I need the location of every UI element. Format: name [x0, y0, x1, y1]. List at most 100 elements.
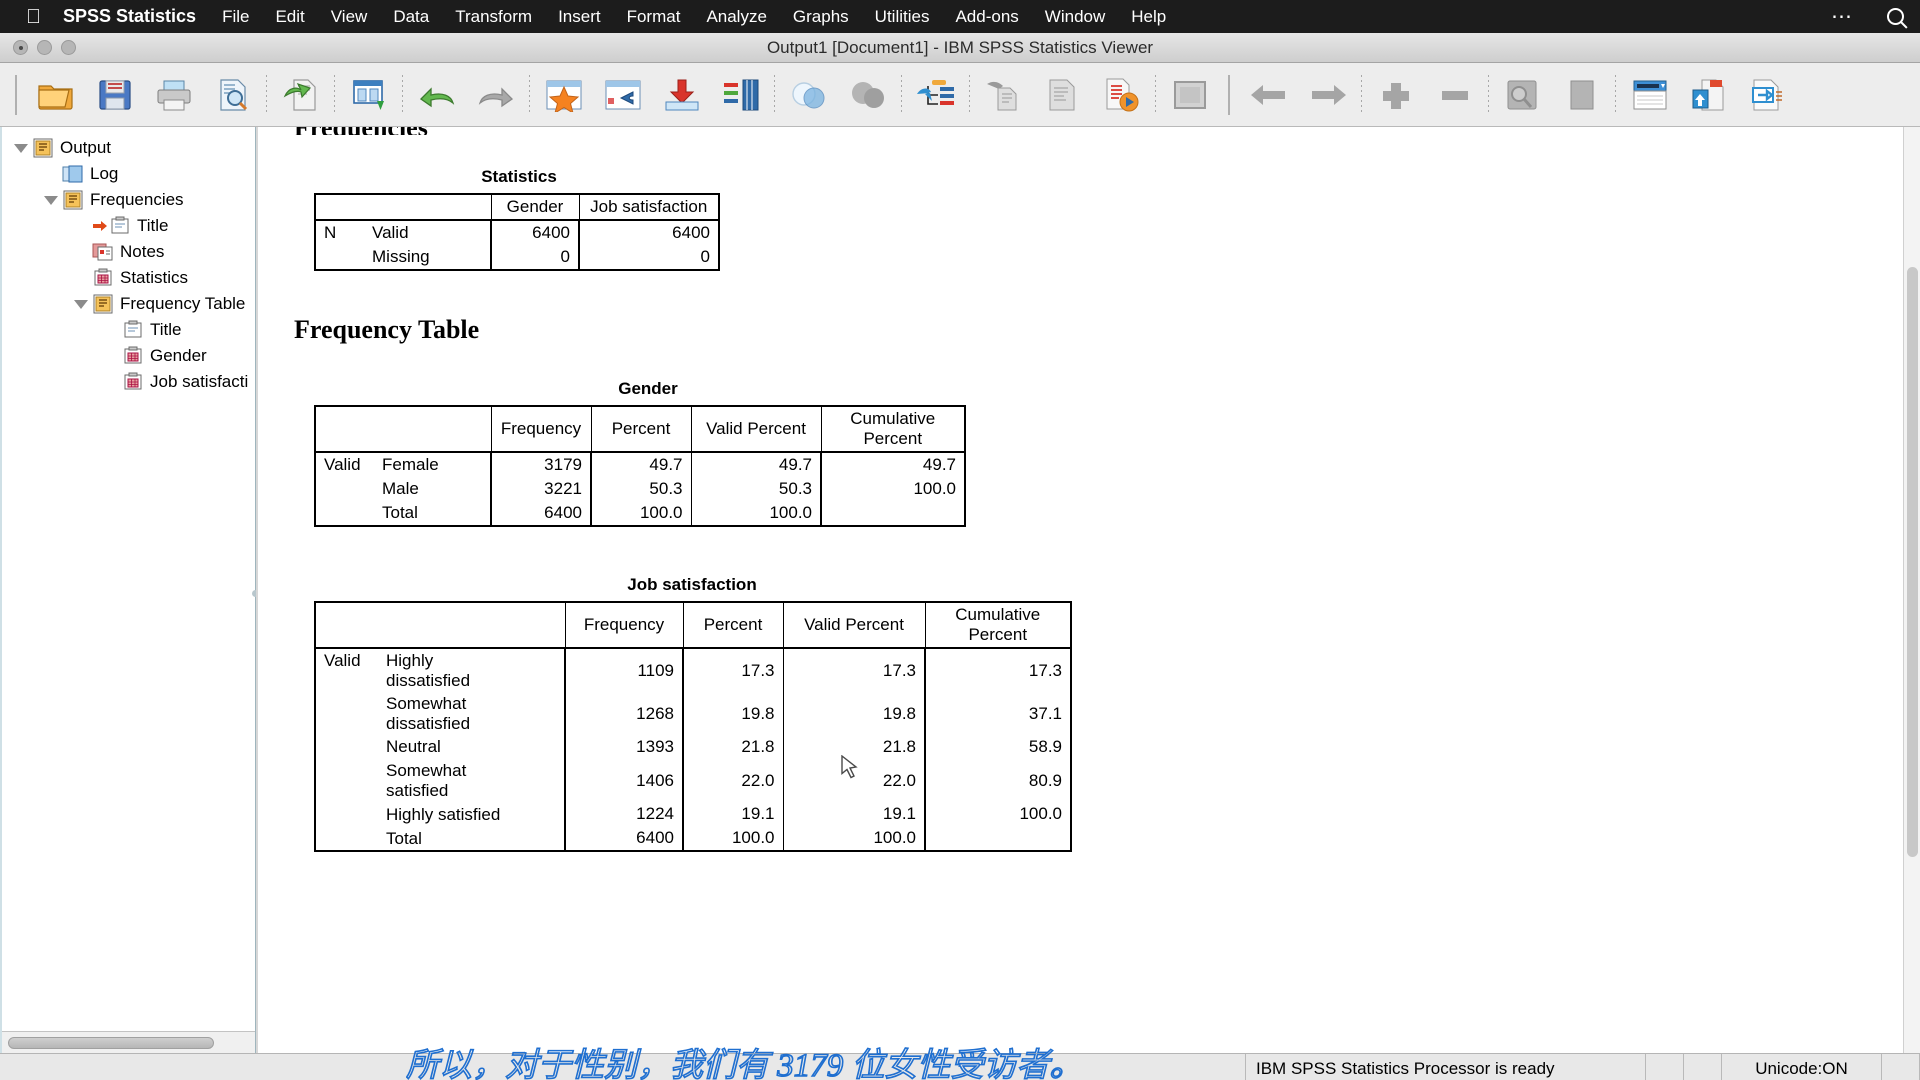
menu-transform[interactable]: Transform	[455, 7, 532, 27]
scrollbar-thumb[interactable]	[8, 1036, 214, 1049]
insert-object-icon[interactable]	[1160, 68, 1219, 122]
tree-item-title[interactable]: Title	[2, 317, 255, 343]
collapse-icon[interactable]	[1552, 68, 1611, 122]
job-satisfaction-frequency-table[interactable]: Frequency Percent Valid Percent Cumulati…	[314, 601, 1072, 853]
tree-item-label: Frequencies	[90, 190, 184, 209]
toolbar-separator	[774, 74, 775, 115]
tree-item-frequency-table[interactable]: Frequency Table	[2, 291, 255, 317]
print-preview-icon[interactable]	[203, 68, 262, 122]
menu-edit[interactable]: Edit	[275, 7, 304, 27]
window-title: Output1 [Document1] - IBM SPSS Statistic…	[766, 37, 1154, 57]
data-cell: 17.3	[682, 646, 784, 693]
data-cell: 6400	[578, 219, 720, 245]
row-label: Somewhat satisfied	[386, 761, 467, 800]
output-icon	[93, 294, 113, 314]
table-row: Somewhat satisfied 1406 22.0 22.0 80.9	[314, 759, 1072, 803]
menu-graphs[interactable]: Graphs	[793, 7, 849, 27]
row-label-cell: Missing	[314, 245, 492, 270]
title-icon	[111, 216, 129, 234]
menu-file[interactable]: File	[222, 7, 249, 27]
table-row: Male 3221 50.3 50.3 100.0	[314, 477, 966, 501]
show-hide-icon[interactable]	[1493, 68, 1552, 122]
statistics-table[interactable]: Gender Job satisfaction N Valid 6400 6400 Mi…	[314, 193, 720, 271]
more-options-icon[interactable]: ⋯	[1831, 4, 1853, 29]
tree-item-output[interactable]: Output	[2, 135, 255, 161]
row-label: Male	[382, 479, 419, 499]
demote-icon[interactable]	[1425, 68, 1484, 122]
header-cumulative-percent: Cumulative Percent	[924, 601, 1072, 649]
row-group-label: N	[324, 223, 337, 242]
tree-item-title[interactable]: Title	[2, 213, 255, 239]
tree-expand-toggle-icon[interactable]	[10, 143, 32, 153]
insert-title-icon[interactable]	[1033, 68, 1092, 122]
job-satisfaction-block: Job satisfaction Frequency Percent Valid…	[314, 575, 1920, 853]
select-all-icon[interactable]	[1620, 68, 1679, 122]
frequency-table-heading: Frequency Table	[294, 315, 480, 344]
output-viewer-pane[interactable]: Frequencies Statistics Gender Job satisf…	[256, 127, 1920, 1053]
split-file-icon[interactable]	[906, 68, 965, 122]
undo-icon[interactable]	[407, 68, 466, 122]
toolbar-separator	[266, 74, 267, 115]
tree-item-frequencies[interactable]: Frequencies	[2, 187, 255, 213]
row-label: Female	[382, 455, 439, 475]
goto-case-icon[interactable]	[593, 68, 652, 122]
header-corner-cell	[315, 405, 492, 453]
menu-add-ons[interactable]: Add-ons	[955, 7, 1018, 27]
tree-item-log[interactable]: Log	[2, 161, 255, 187]
data-cell: 100.0	[590, 501, 692, 526]
menu-help[interactable]: Help	[1131, 7, 1166, 27]
row-label-cell: N Valid	[314, 219, 492, 245]
apple-logo-icon[interactable]: 	[26, 7, 41, 27]
header-frequency: Frequency	[564, 601, 684, 649]
table-row: Missing 0 0	[314, 245, 720, 270]
select-cases-icon[interactable]	[838, 68, 897, 122]
run-script-icon[interactable]	[1092, 68, 1151, 122]
tree-item-label: Log	[90, 164, 119, 183]
chevron-down-icon	[14, 143, 28, 153]
export-output-icon[interactable]	[1738, 68, 1797, 122]
back-icon[interactable]	[1239, 68, 1298, 122]
export-icon[interactable]	[271, 68, 330, 122]
status-bar: IBM SPSS Statistics Processor is ready U…	[0, 1046, 1920, 1080]
app-name-label[interactable]: SPSS Statistics	[63, 6, 196, 27]
tree-item-gender[interactable]: Gender	[2, 343, 255, 369]
menu-view[interactable]: View	[331, 7, 368, 27]
insert-text-icon[interactable]	[974, 68, 1033, 122]
insert-data-icon[interactable]	[652, 68, 711, 122]
main-area: Output Log Frequencies Title Notes Statistics…	[0, 127, 1920, 1053]
tree-expand-toggle-icon[interactable]	[40, 195, 62, 205]
output-vertical-scrollbar[interactable]	[1903, 127, 1920, 1053]
variables-icon[interactable]	[711, 68, 770, 122]
menu-insert[interactable]: Insert	[558, 7, 601, 27]
goto-data-icon[interactable]	[534, 68, 593, 122]
promote-icon[interactable]	[1366, 68, 1425, 122]
menu-window[interactable]: Window	[1045, 7, 1105, 27]
data-cell: 100.0	[820, 477, 966, 501]
row-label: Valid	[372, 223, 409, 242]
header-valid-percent: Valid Percent	[782, 601, 926, 649]
tree-expand-toggle-icon[interactable]	[70, 299, 92, 309]
tree-item-label: Notes	[120, 242, 165, 261]
menu-analyze[interactable]: Analyze	[706, 7, 766, 27]
scrollbar-thumb[interactable]	[1907, 267, 1918, 857]
row-label-cell: Somewhat satisfied	[314, 759, 566, 803]
save-icon[interactable]	[85, 68, 144, 122]
print-icon[interactable]	[144, 68, 203, 122]
outline-horizontal-scrollbar[interactable]	[2, 1031, 255, 1053]
tree-item-statistics[interactable]: Statistics	[2, 265, 255, 291]
dialog-recall-icon[interactable]	[339, 68, 398, 122]
upload-icon[interactable]	[1679, 68, 1738, 122]
outline-tree[interactable]: Output Log Frequencies Title Notes Statistics…	[2, 127, 255, 1031]
redo-icon[interactable]	[466, 68, 525, 122]
gender-frequency-table[interactable]: Frequency Percent Valid Percent Cumulati…	[314, 405, 966, 527]
tree-item-notes[interactable]: Notes	[2, 239, 255, 265]
open-file-icon[interactable]	[26, 68, 85, 122]
menu-utilities[interactable]: Utilities	[875, 7, 930, 27]
log-icon	[62, 165, 83, 183]
find-icon[interactable]	[779, 68, 838, 122]
forward-icon[interactable]	[1298, 68, 1357, 122]
menu-data[interactable]: Data	[393, 7, 429, 27]
tree-item-job-satisfacti[interactable]: Job satisfacti	[2, 369, 255, 395]
spotlight-search-icon[interactable]	[1887, 8, 1904, 25]
menu-format[interactable]: Format	[627, 7, 681, 27]
